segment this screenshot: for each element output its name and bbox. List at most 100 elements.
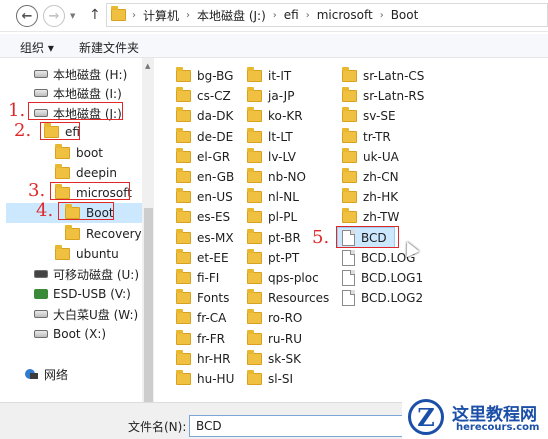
folder-item[interactable]: qps-ploc	[247, 268, 319, 288]
breadcrumb-efi[interactable]: efi	[284, 8, 299, 22]
folder-icon	[342, 67, 357, 82]
sidebar-item-boot-x[interactable]: Boot (X:)	[34, 325, 106, 343]
drive-icon	[34, 70, 48, 78]
folder-item[interactable]: hr-HR	[176, 349, 230, 369]
sidebar-item-deepin[interactable]: deepin	[55, 164, 117, 182]
item-label: zh-HK	[363, 190, 399, 205]
back-button[interactable]: ←	[16, 5, 38, 27]
folder-item[interactable]: en-GB	[176, 167, 234, 187]
folder-item[interactable]: nb-NO	[247, 167, 306, 187]
folder-item[interactable]: ja-JP	[247, 86, 294, 106]
folder-item[interactable]: pl-PL	[247, 207, 297, 227]
nav-scrollbar-thumb[interactable]	[144, 208, 153, 402]
folder-item[interactable]: es-MX	[176, 228, 234, 248]
folder-item[interactable]: sk-SK	[247, 349, 301, 369]
item-label: pt-PT	[268, 250, 300, 265]
folder-item[interactable]: cs-CZ	[176, 86, 231, 106]
file-icon	[342, 290, 355, 307]
folder-item[interactable]: sl-SI	[247, 369, 293, 389]
folder-item[interactable]: Fonts	[176, 288, 229, 308]
sidebar-item-network[interactable]: 网络	[24, 365, 68, 383]
item-label: sr-Latn-RS	[363, 89, 425, 104]
folder-icon	[176, 168, 191, 183]
folder-item[interactable]: ko-KR	[247, 106, 303, 126]
folder-icon	[55, 164, 70, 179]
sidebar-item-ubuntu[interactable]: ubuntu	[55, 245, 119, 263]
network-icon	[24, 368, 38, 380]
item-label: hu-HU	[197, 372, 235, 386]
address-bar[interactable]: › 计算机 › 本地磁盘 (J:) › efi › microsoft › Bo…	[106, 3, 548, 27]
folder-item[interactable]: fr-FR	[176, 329, 225, 349]
file-item[interactable]: BCD.LOG2	[342, 288, 423, 308]
folder-icon	[176, 248, 191, 264]
sidebar-item-recovery[interactable]: Recovery	[65, 225, 142, 243]
folder-item[interactable]: it-IT	[247, 66, 291, 86]
drive-icon	[34, 330, 48, 338]
folder-item[interactable]: uk-UA	[342, 147, 399, 167]
folder-item[interactable]: et-EE	[176, 248, 229, 268]
scroll-up-arrow-icon[interactable]: ▲	[145, 62, 150, 70]
item-label: en-US	[197, 190, 233, 205]
annotation-box-bcd	[336, 226, 399, 248]
folder-item[interactable]: zh-TW	[342, 207, 399, 227]
folder-item[interactable]: pt-PT	[247, 248, 299, 268]
file-icon	[342, 270, 355, 286]
item-label: zh-TW	[363, 210, 400, 225]
sidebar-item-drive-i[interactable]: 本地磁盘 (I:)	[34, 84, 122, 102]
forward-button[interactable]: →	[43, 5, 65, 27]
folder-icon	[247, 208, 262, 224]
folder-icon	[176, 127, 191, 143]
folder-item[interactable]: lv-LV	[247, 147, 296, 167]
folder-icon	[342, 87, 357, 103]
folder-item[interactable]: es-ES	[176, 207, 230, 227]
folder-item[interactable]: zh-CN	[342, 167, 399, 187]
folder-item[interactable]: da-DK	[176, 106, 233, 126]
folder-item[interactable]: nl-NL	[247, 187, 299, 207]
new-folder-button[interactable]: 新建文件夹	[79, 39, 139, 56]
folder-item[interactable]: fi-FI	[176, 268, 219, 288]
folder-item[interactable]: hu-HU	[176, 369, 234, 389]
folder-item[interactable]: tr-TR	[342, 127, 391, 147]
item-label: es-MX	[197, 230, 234, 245]
annotation-box-efi	[40, 122, 80, 140]
folder-item[interactable]: ru-RU	[247, 329, 302, 349]
folder-item[interactable]: sv-SE	[342, 106, 396, 126]
up-button[interactable]: ↑	[89, 7, 101, 23]
breadcrumb-microsoft[interactable]: microsoft	[317, 8, 373, 22]
sidebar-item-removable-u[interactable]: 可移动磁盘 (U:)	[34, 265, 139, 283]
folder-item[interactable]: pt-BR	[247, 228, 301, 248]
filename-input[interactable]: BCD	[189, 415, 417, 437]
folder-item[interactable]: de-DE	[176, 127, 233, 147]
folder-item[interactable]: el-GR	[176, 147, 230, 167]
folder-icon	[247, 147, 262, 163]
file-icon	[342, 249, 355, 266]
breadcrumb-drive-j[interactable]: 本地磁盘 (J:)	[197, 7, 266, 24]
breadcrumb-boot[interactable]: Boot	[391, 8, 419, 22]
folder-icon	[247, 329, 262, 345]
folder-item[interactable]: fr-CA	[176, 308, 226, 328]
folder-item[interactable]: ro-RO	[247, 308, 302, 328]
sidebar-item-boot[interactable]: boot	[55, 144, 103, 162]
folder-item[interactable]: Resources	[247, 288, 329, 308]
item-label: en-GB	[197, 170, 235, 184]
folder-item[interactable]: zh-HK	[342, 187, 398, 207]
item-label: pt-BR	[268, 230, 301, 245]
sidebar-item-esd-usb[interactable]: ESD-USB (V:)	[34, 285, 131, 303]
folder-item[interactable]: sr-Latn-RS	[342, 86, 424, 106]
organize-button[interactable]: 组织 ▾	[20, 39, 54, 56]
item-label: hr-HR	[197, 351, 231, 366]
file-item[interactable]: BCD.LOG1	[342, 268, 423, 288]
folder-item[interactable]: en-US	[176, 187, 233, 207]
breadcrumb-computer[interactable]: 计算机	[143, 7, 179, 24]
item-label: ja-JP	[268, 89, 295, 104]
folder-item[interactable]: sr-Latn-CS	[342, 66, 424, 86]
watermark: Z 这里教程网 herecours.com	[402, 396, 548, 439]
sidebar-item-dabaicai[interactable]: 大白菜U盘 (W:)	[34, 305, 138, 323]
recent-dropdown-icon[interactable]: ▼	[70, 12, 75, 20]
folder-item[interactable]: lt-LT	[247, 127, 293, 147]
folder-icon	[176, 309, 191, 325]
folder-item[interactable]: bg-BG	[176, 66, 233, 86]
folder-icon	[342, 127, 357, 143]
item-label: pl-PL	[268, 210, 298, 225]
sidebar-item-drive-h[interactable]: 本地磁盘 (H:)	[34, 65, 127, 83]
